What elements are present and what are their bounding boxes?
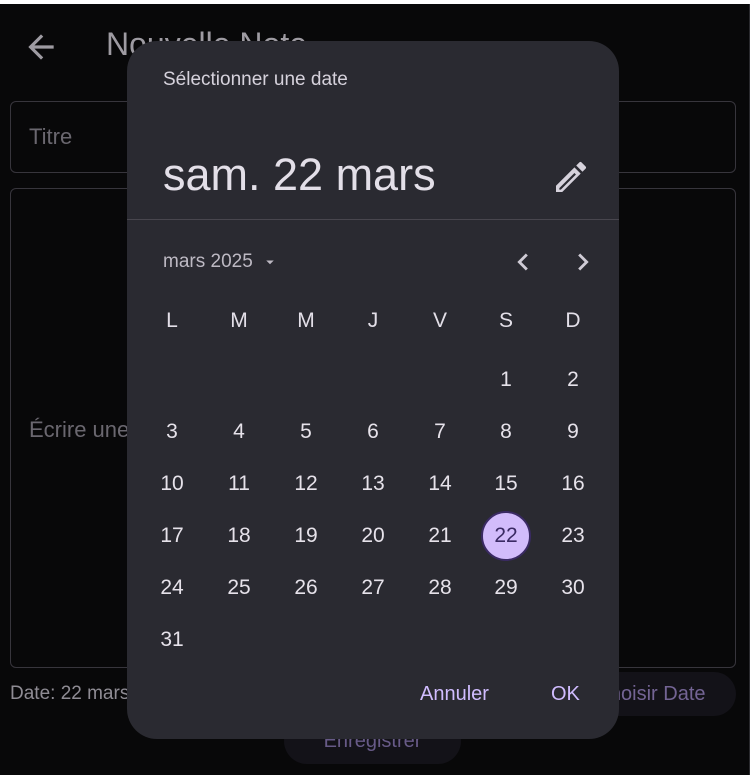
calendar-day[interactable]: 17 [147, 511, 197, 561]
calendar-day[interactable]: 24 [147, 563, 197, 613]
calendar-day[interactable]: 28 [415, 563, 465, 613]
next-month-button[interactable] [566, 245, 600, 279]
calendar-day[interactable]: 20 [348, 511, 398, 561]
calendar-day[interactable]: 2 [548, 355, 598, 405]
calendar-day[interactable]: 13 [348, 459, 398, 509]
calendar-day[interactable]: 10 [147, 459, 197, 509]
chevron-right-icon [578, 253, 589, 271]
calendar-day[interactable]: 26 [281, 563, 331, 613]
calendar-day[interactable]: 9 [548, 407, 598, 457]
calendar-day[interactable]: 25 [214, 563, 264, 613]
calendar-day[interactable]: 12 [281, 459, 331, 509]
calendar-day[interactable]: 1 [481, 355, 531, 405]
calendar-day[interactable]: 16 [548, 459, 598, 509]
calendar-day[interactable]: 8 [481, 407, 531, 457]
selected-date-headline: sam. 22 mars [163, 149, 436, 200]
calendar-day[interactable]: 6 [348, 407, 398, 457]
calendar-day[interactable]: 4 [214, 407, 264, 457]
weekday-label: J [367, 309, 379, 332]
calendar-day[interactable]: 31 [147, 615, 197, 665]
calendar-day[interactable]: 11 [214, 459, 264, 509]
dialog-header-label: Sélectionner une date [163, 69, 348, 90]
weekday-label: L [166, 309, 178, 332]
cancel-button[interactable]: Annuler [420, 683, 489, 706]
calendar-day[interactable]: 21 [415, 511, 465, 561]
calendar-day[interactable]: 7 [415, 407, 465, 457]
calendar-day[interactable]: 30 [548, 563, 598, 613]
calendar-day[interactable]: 29 [481, 563, 531, 613]
date-picker-dialog: Sélectionner une date sam. 22 mars mars … [127, 41, 619, 739]
calendar-day[interactable]: 19 [281, 511, 331, 561]
ok-button[interactable]: OK [551, 683, 580, 706]
calendar-day[interactable]: 23 [548, 511, 598, 561]
dialog-divider [127, 219, 619, 220]
month-year-selector[interactable]: mars 2025 [163, 247, 279, 277]
calendar-day[interactable]: 5 [281, 407, 331, 457]
weekday-label: M [297, 309, 315, 332]
weekday-label: V [432, 309, 447, 332]
weekday-label: M [230, 309, 248, 332]
calendar-day[interactable]: 3 [147, 407, 197, 457]
note-editor-screen: Nouvelle Note Titre Écrire une note... D… [0, 4, 750, 775]
weekday-label: D [565, 309, 581, 332]
calendar-day[interactable]: 14 [415, 459, 465, 509]
edit-pencil-icon [556, 161, 587, 192]
month-year-label: mars 2025 [163, 251, 253, 272]
calendar-day[interactable]: 15 [481, 459, 531, 509]
edit-date-button[interactable] [551, 157, 591, 197]
calendar-day[interactable]: 18 [214, 511, 264, 561]
calendar-day-selected[interactable]: 22 [481, 511, 531, 561]
calendar-day[interactable]: 27 [348, 563, 398, 613]
dropdown-arrow-icon [266, 260, 274, 265]
chevron-left-icon [517, 253, 528, 271]
weekday-label: S [498, 309, 513, 332]
previous-month-button[interactable] [506, 245, 540, 279]
